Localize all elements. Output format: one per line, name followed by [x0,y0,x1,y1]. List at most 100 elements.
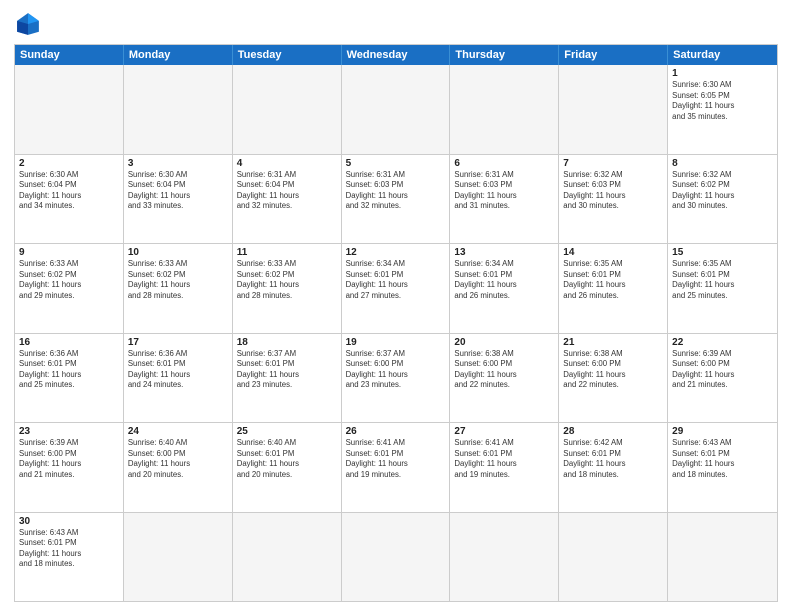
calendar-header-row: SundayMondayTuesdayWednesdayThursdayFrid… [15,45,777,65]
day-header-monday: Monday [124,45,233,65]
cal-cell: 21Sunrise: 6:38 AM Sunset: 6:00 PM Dayli… [559,334,668,423]
cell-info: Sunrise: 6:42 AM Sunset: 6:01 PM Dayligh… [563,438,663,480]
date-number: 1 [672,68,773,79]
header [14,10,778,38]
day-header-sunday: Sunday [15,45,124,65]
date-number: 18 [237,337,337,348]
page: SundayMondayTuesdayWednesdayThursdayFrid… [0,0,792,612]
date-number: 29 [672,426,773,437]
cell-info: Sunrise: 6:38 AM Sunset: 6:00 PM Dayligh… [454,349,554,391]
cal-cell: 17Sunrise: 6:36 AM Sunset: 6:01 PM Dayli… [124,334,233,423]
cal-cell: 10Sunrise: 6:33 AM Sunset: 6:02 PM Dayli… [124,244,233,333]
cell-info: Sunrise: 6:36 AM Sunset: 6:01 PM Dayligh… [128,349,228,391]
date-number: 20 [454,337,554,348]
cal-cell [342,65,451,154]
cal-cell: 26Sunrise: 6:41 AM Sunset: 6:01 PM Dayli… [342,423,451,512]
cal-week-5: 30Sunrise: 6:43 AM Sunset: 6:01 PM Dayli… [15,512,777,602]
cell-info: Sunrise: 6:40 AM Sunset: 6:00 PM Dayligh… [128,438,228,480]
day-header-friday: Friday [559,45,668,65]
cell-info: Sunrise: 6:33 AM Sunset: 6:02 PM Dayligh… [19,259,119,301]
cal-week-3: 16Sunrise: 6:36 AM Sunset: 6:01 PM Dayli… [15,333,777,423]
date-number: 19 [346,337,446,348]
day-header-tuesday: Tuesday [233,45,342,65]
date-number: 2 [19,158,119,169]
cell-info: Sunrise: 6:32 AM Sunset: 6:03 PM Dayligh… [563,170,663,212]
cal-cell: 15Sunrise: 6:35 AM Sunset: 6:01 PM Dayli… [668,244,777,333]
cell-info: Sunrise: 6:33 AM Sunset: 6:02 PM Dayligh… [237,259,337,301]
cal-cell [342,513,451,602]
cell-info: Sunrise: 6:33 AM Sunset: 6:02 PM Dayligh… [128,259,228,301]
cal-week-1: 2Sunrise: 6:30 AM Sunset: 6:04 PM Daylig… [15,154,777,244]
date-number: 30 [19,516,119,527]
cell-info: Sunrise: 6:30 AM Sunset: 6:04 PM Dayligh… [128,170,228,212]
cal-cell: 2Sunrise: 6:30 AM Sunset: 6:04 PM Daylig… [15,155,124,244]
cal-cell: 6Sunrise: 6:31 AM Sunset: 6:03 PM Daylig… [450,155,559,244]
cal-cell: 12Sunrise: 6:34 AM Sunset: 6:01 PM Dayli… [342,244,451,333]
logo-icon [14,10,42,38]
date-number: 17 [128,337,228,348]
cell-info: Sunrise: 6:41 AM Sunset: 6:01 PM Dayligh… [454,438,554,480]
date-number: 13 [454,247,554,258]
logo [14,10,46,38]
cal-cell: 22Sunrise: 6:39 AM Sunset: 6:00 PM Dayli… [668,334,777,423]
cal-cell [668,513,777,602]
date-number: 24 [128,426,228,437]
cal-cell: 5Sunrise: 6:31 AM Sunset: 6:03 PM Daylig… [342,155,451,244]
day-header-saturday: Saturday [668,45,777,65]
cal-cell [450,65,559,154]
cal-cell [15,65,124,154]
date-number: 22 [672,337,773,348]
date-number: 28 [563,426,663,437]
cal-cell [233,65,342,154]
cal-cell: 8Sunrise: 6:32 AM Sunset: 6:02 PM Daylig… [668,155,777,244]
cal-cell: 3Sunrise: 6:30 AM Sunset: 6:04 PM Daylig… [124,155,233,244]
cell-info: Sunrise: 6:35 AM Sunset: 6:01 PM Dayligh… [563,259,663,301]
date-number: 25 [237,426,337,437]
cell-info: Sunrise: 6:30 AM Sunset: 6:05 PM Dayligh… [672,80,773,122]
cal-cell [559,65,668,154]
cell-info: Sunrise: 6:39 AM Sunset: 6:00 PM Dayligh… [19,438,119,480]
date-number: 10 [128,247,228,258]
cell-info: Sunrise: 6:34 AM Sunset: 6:01 PM Dayligh… [346,259,446,301]
cell-info: Sunrise: 6:35 AM Sunset: 6:01 PM Dayligh… [672,259,773,301]
cell-info: Sunrise: 6:37 AM Sunset: 6:01 PM Dayligh… [237,349,337,391]
cal-cell: 29Sunrise: 6:43 AM Sunset: 6:01 PM Dayli… [668,423,777,512]
calendar: SundayMondayTuesdayWednesdayThursdayFrid… [14,44,778,602]
cal-cell [450,513,559,602]
cal-cell: 4Sunrise: 6:31 AM Sunset: 6:04 PM Daylig… [233,155,342,244]
cal-cell: 7Sunrise: 6:32 AM Sunset: 6:03 PM Daylig… [559,155,668,244]
cell-info: Sunrise: 6:31 AM Sunset: 6:03 PM Dayligh… [346,170,446,212]
cell-info: Sunrise: 6:39 AM Sunset: 6:00 PM Dayligh… [672,349,773,391]
cal-cell: 27Sunrise: 6:41 AM Sunset: 6:01 PM Dayli… [450,423,559,512]
cal-cell: 14Sunrise: 6:35 AM Sunset: 6:01 PM Dayli… [559,244,668,333]
date-number: 21 [563,337,663,348]
cal-cell [559,513,668,602]
cal-cell [124,513,233,602]
cal-cell: 13Sunrise: 6:34 AM Sunset: 6:01 PM Dayli… [450,244,559,333]
cal-cell [233,513,342,602]
day-header-wednesday: Wednesday [342,45,451,65]
date-number: 4 [237,158,337,169]
cell-info: Sunrise: 6:30 AM Sunset: 6:04 PM Dayligh… [19,170,119,212]
cal-cell: 19Sunrise: 6:37 AM Sunset: 6:00 PM Dayli… [342,334,451,423]
date-number: 6 [454,158,554,169]
cal-cell: 20Sunrise: 6:38 AM Sunset: 6:00 PM Dayli… [450,334,559,423]
cal-cell: 23Sunrise: 6:39 AM Sunset: 6:00 PM Dayli… [15,423,124,512]
cal-cell: 28Sunrise: 6:42 AM Sunset: 6:01 PM Dayli… [559,423,668,512]
cell-info: Sunrise: 6:34 AM Sunset: 6:01 PM Dayligh… [454,259,554,301]
date-number: 3 [128,158,228,169]
cal-cell: 24Sunrise: 6:40 AM Sunset: 6:00 PM Dayli… [124,423,233,512]
date-number: 5 [346,158,446,169]
cell-info: Sunrise: 6:38 AM Sunset: 6:00 PM Dayligh… [563,349,663,391]
cell-info: Sunrise: 6:32 AM Sunset: 6:02 PM Dayligh… [672,170,773,212]
cell-info: Sunrise: 6:43 AM Sunset: 6:01 PM Dayligh… [672,438,773,480]
cal-week-2: 9Sunrise: 6:33 AM Sunset: 6:02 PM Daylig… [15,243,777,333]
date-number: 16 [19,337,119,348]
calendar-body: 1Sunrise: 6:30 AM Sunset: 6:05 PM Daylig… [15,65,777,601]
date-number: 9 [19,247,119,258]
cell-info: Sunrise: 6:37 AM Sunset: 6:00 PM Dayligh… [346,349,446,391]
cal-week-0: 1Sunrise: 6:30 AM Sunset: 6:05 PM Daylig… [15,65,777,154]
date-number: 27 [454,426,554,437]
cell-info: Sunrise: 6:40 AM Sunset: 6:01 PM Dayligh… [237,438,337,480]
cell-info: Sunrise: 6:36 AM Sunset: 6:01 PM Dayligh… [19,349,119,391]
